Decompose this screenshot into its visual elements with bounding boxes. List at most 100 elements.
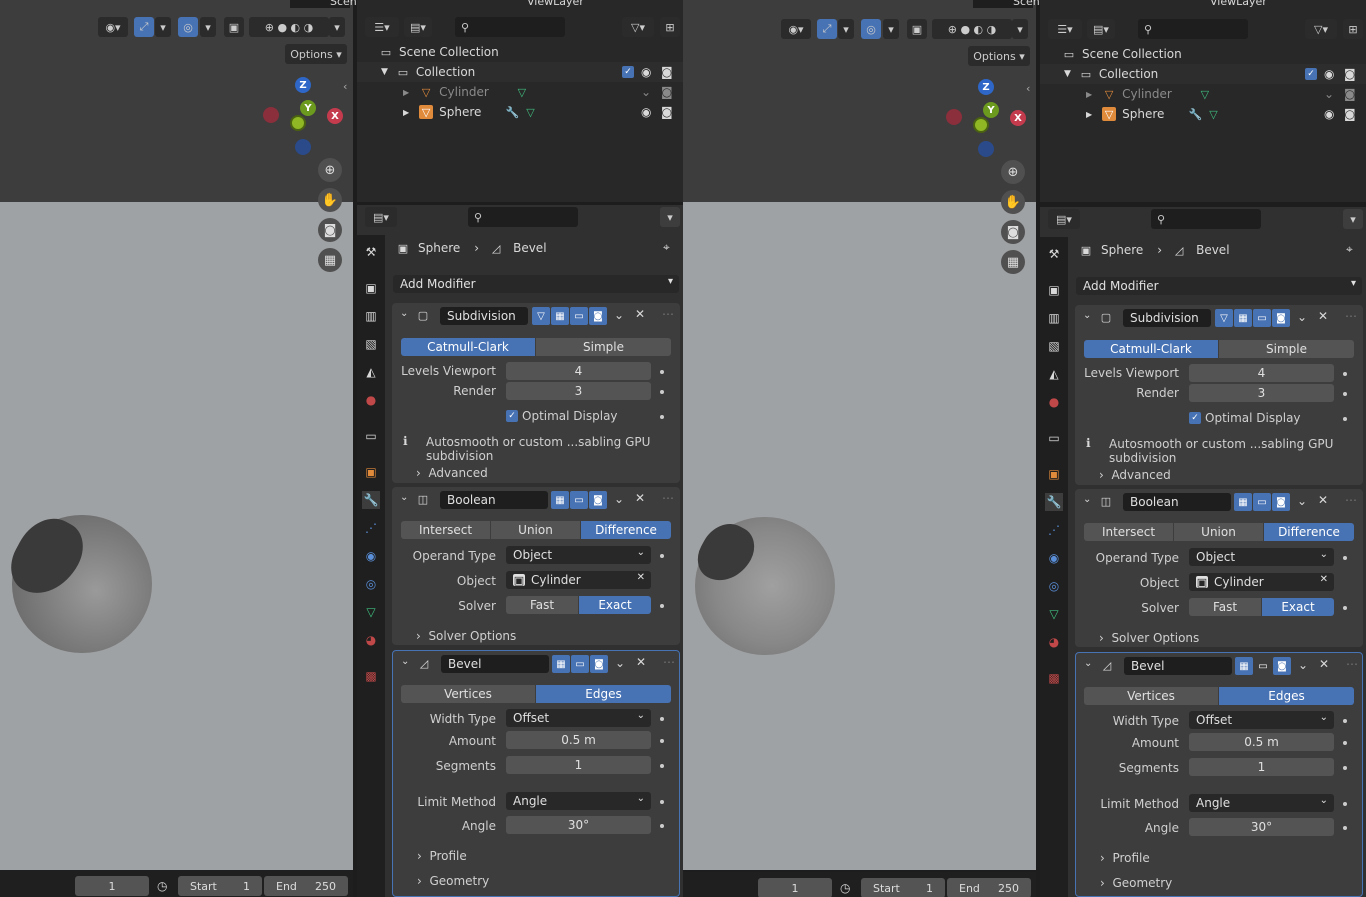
drag-handle-icon[interactable]: ⋯ (663, 655, 675, 669)
overlay-icon[interactable]: ◎ (178, 17, 198, 37)
render-icon[interactable]: ◙ (589, 307, 607, 325)
axis-y[interactable]: Y (300, 100, 316, 116)
close-icon[interactable]: ✕ (635, 307, 645, 321)
edges-button[interactable]: Edges (536, 685, 671, 703)
eye-icon[interactable]: ◉ (641, 105, 651, 119)
simple-button[interactable]: Simple (536, 338, 671, 356)
xray-icon[interactable]: ▣ (224, 17, 244, 37)
object-tab-icon[interactable]: ▣ (362, 463, 380, 481)
gizmo-icon[interactable]: ⤢ (134, 17, 154, 37)
eye-icon[interactable]: ◉ (1324, 107, 1334, 121)
keyframe-dot[interactable] (1343, 766, 1347, 770)
scene-collection-row[interactable]: ▭ Scene Collection (1040, 44, 1366, 64)
drag-handle-icon[interactable]: ⋯ (662, 307, 674, 321)
profile-subpanel[interactable]: › Profile (417, 849, 467, 863)
xray-icon[interactable]: ▣ (907, 19, 927, 39)
options-button[interactable]: Options ▾ (285, 44, 347, 64)
material-tab-icon[interactable]: ◕ (1045, 633, 1063, 651)
editmode-icon[interactable]: ▦ (1234, 309, 1252, 327)
collapse-arrow-icon[interactable]: ‹ (343, 80, 347, 93)
limit-method-dropdown[interactable]: Angle ⌄ (1189, 794, 1334, 812)
axis-center[interactable] (290, 115, 306, 131)
chevron-down-icon[interactable]: ▾ (329, 17, 345, 37)
properties-search-input[interactable]: ⚲ (1151, 209, 1261, 229)
hidden-eye-icon[interactable]: ⌄ (641, 85, 651, 99)
axis-z[interactable]: Z (978, 79, 994, 95)
add-modifier-dropdown[interactable]: Add Modifier ▾ (1076, 277, 1362, 295)
world-tab-icon[interactable]: ● (1045, 393, 1063, 411)
eye-icon[interactable]: ◉ (1324, 67, 1334, 81)
world-tab-icon[interactable]: ● (362, 391, 380, 409)
drag-handle-icon[interactable]: ⋯ (1346, 657, 1358, 671)
chevron-down-icon[interactable]: ⌄ (1298, 658, 1308, 672)
chevron-down-icon[interactable]: ⌄ (1297, 494, 1307, 508)
collapse-arrow-icon[interactable]: ‹ (1026, 82, 1030, 95)
zoom-icon[interactable]: ⊕ (318, 158, 342, 182)
axis-neg-z[interactable] (978, 141, 994, 157)
width-type-dropdown[interactable]: Offset ⌄ (1189, 711, 1334, 729)
data-tab-icon[interactable]: ▽ (1045, 605, 1063, 623)
collapse-icon[interactable]: ⌄ (1084, 658, 1092, 669)
current-frame-field[interactable]: 1 (75, 876, 149, 896)
fast-button[interactable]: Fast (506, 596, 578, 614)
display-mode-icon[interactable]: ☰▾ (365, 17, 399, 37)
scene-field[interactable]: Scene (290, 0, 364, 8)
new-collection-icon[interactable]: ⊞ (1343, 19, 1363, 39)
close-icon[interactable]: ✕ (636, 655, 646, 669)
segments-field[interactable]: 1 (506, 756, 651, 774)
boolean-name-field[interactable]: Boolean (1123, 493, 1231, 511)
simple-button[interactable]: Simple (1219, 340, 1354, 358)
editmode-icon[interactable]: ▦ (551, 491, 569, 509)
expand-icon[interactable]: ▼ (381, 67, 388, 77)
chevron-down-icon[interactable]: ⌄ (1297, 310, 1307, 324)
shading-modes[interactable]: ⊕ ● ◐ ◑ (932, 19, 1012, 39)
keyframe-dot[interactable] (660, 370, 664, 374)
keyframe-dot[interactable] (660, 764, 664, 768)
render-tab-icon[interactable]: ▣ (362, 279, 380, 297)
collapse-icon[interactable]: ⌄ (401, 656, 409, 667)
scene-tab-icon[interactable]: ◭ (362, 363, 380, 381)
particles-tab-icon[interactable]: ⋰ (362, 519, 380, 537)
outliner-search-input[interactable]: ⚲ (455, 17, 565, 37)
axis-x[interactable]: X (327, 108, 343, 124)
clock-icon[interactable]: ◷ (157, 879, 167, 893)
subdivision-name-field[interactable]: Subdivision (1123, 309, 1211, 327)
close-icon[interactable]: ✕ (635, 491, 645, 505)
viewport-display-icon[interactable]: ▭ (571, 655, 589, 673)
union-button[interactable]: Union (1174, 523, 1263, 541)
editor-type-icon[interactable]: ▤▾ (365, 207, 397, 227)
bevel-name-field[interactable]: Bevel (441, 655, 549, 673)
viewport-display-icon[interactable]: ▭ (570, 491, 588, 509)
texture-tab-icon[interactable]: ▩ (1045, 669, 1063, 687)
keyframe-dot[interactable] (1343, 606, 1347, 610)
chevron-down-icon[interactable]: ▾ (155, 17, 171, 37)
drag-handle-icon[interactable]: ⋯ (662, 491, 674, 505)
edges-button[interactable]: Edges (1219, 687, 1354, 705)
chevron-down-icon[interactable]: ▾ (660, 207, 680, 227)
chevron-down-icon[interactable]: ▾ (1012, 19, 1028, 39)
modifier-tab-icon[interactable]: 🔧 (1045, 493, 1063, 511)
expand-icon[interactable]: ▶ (403, 88, 409, 97)
render-icon[interactable]: ◙ (589, 491, 607, 509)
axis-center[interactable] (973, 117, 989, 133)
viewport-display-icon[interactable]: ▭ (1253, 493, 1271, 511)
hidden-eye-icon[interactable]: ⌄ (1324, 87, 1334, 101)
texture-tab-icon[interactable]: ▩ (362, 667, 380, 685)
display-mode-icon[interactable]: ☰▾ (1048, 19, 1082, 39)
chevron-down-icon[interactable]: ▾ (1343, 209, 1363, 229)
camera-render-icon[interactable]: ◙ (661, 65, 673, 79)
chevron-down-icon[interactable]: ⌄ (615, 656, 625, 670)
filter-icon[interactable]: ▽▾ (622, 17, 654, 37)
clear-icon[interactable]: ✕ (637, 572, 645, 583)
constraints-tab-icon[interactable]: ◎ (362, 575, 380, 593)
chevron-down-icon[interactable]: ▾ (883, 19, 899, 39)
axis-y[interactable]: Y (983, 102, 999, 118)
intersect-button[interactable]: Intersect (1084, 523, 1173, 541)
advanced-subpanel[interactable]: › Advanced (416, 466, 488, 480)
object-field[interactable]: ▣ Cylinder ✕ (506, 571, 651, 589)
close-icon[interactable]: ✕ (1318, 309, 1328, 323)
drag-handle-icon[interactable]: ⋯ (1345, 493, 1357, 507)
keyframe-dot[interactable] (660, 390, 664, 394)
intersect-button[interactable]: Intersect (401, 521, 490, 539)
checkbox-icon[interactable]: ✓ (1189, 412, 1201, 424)
